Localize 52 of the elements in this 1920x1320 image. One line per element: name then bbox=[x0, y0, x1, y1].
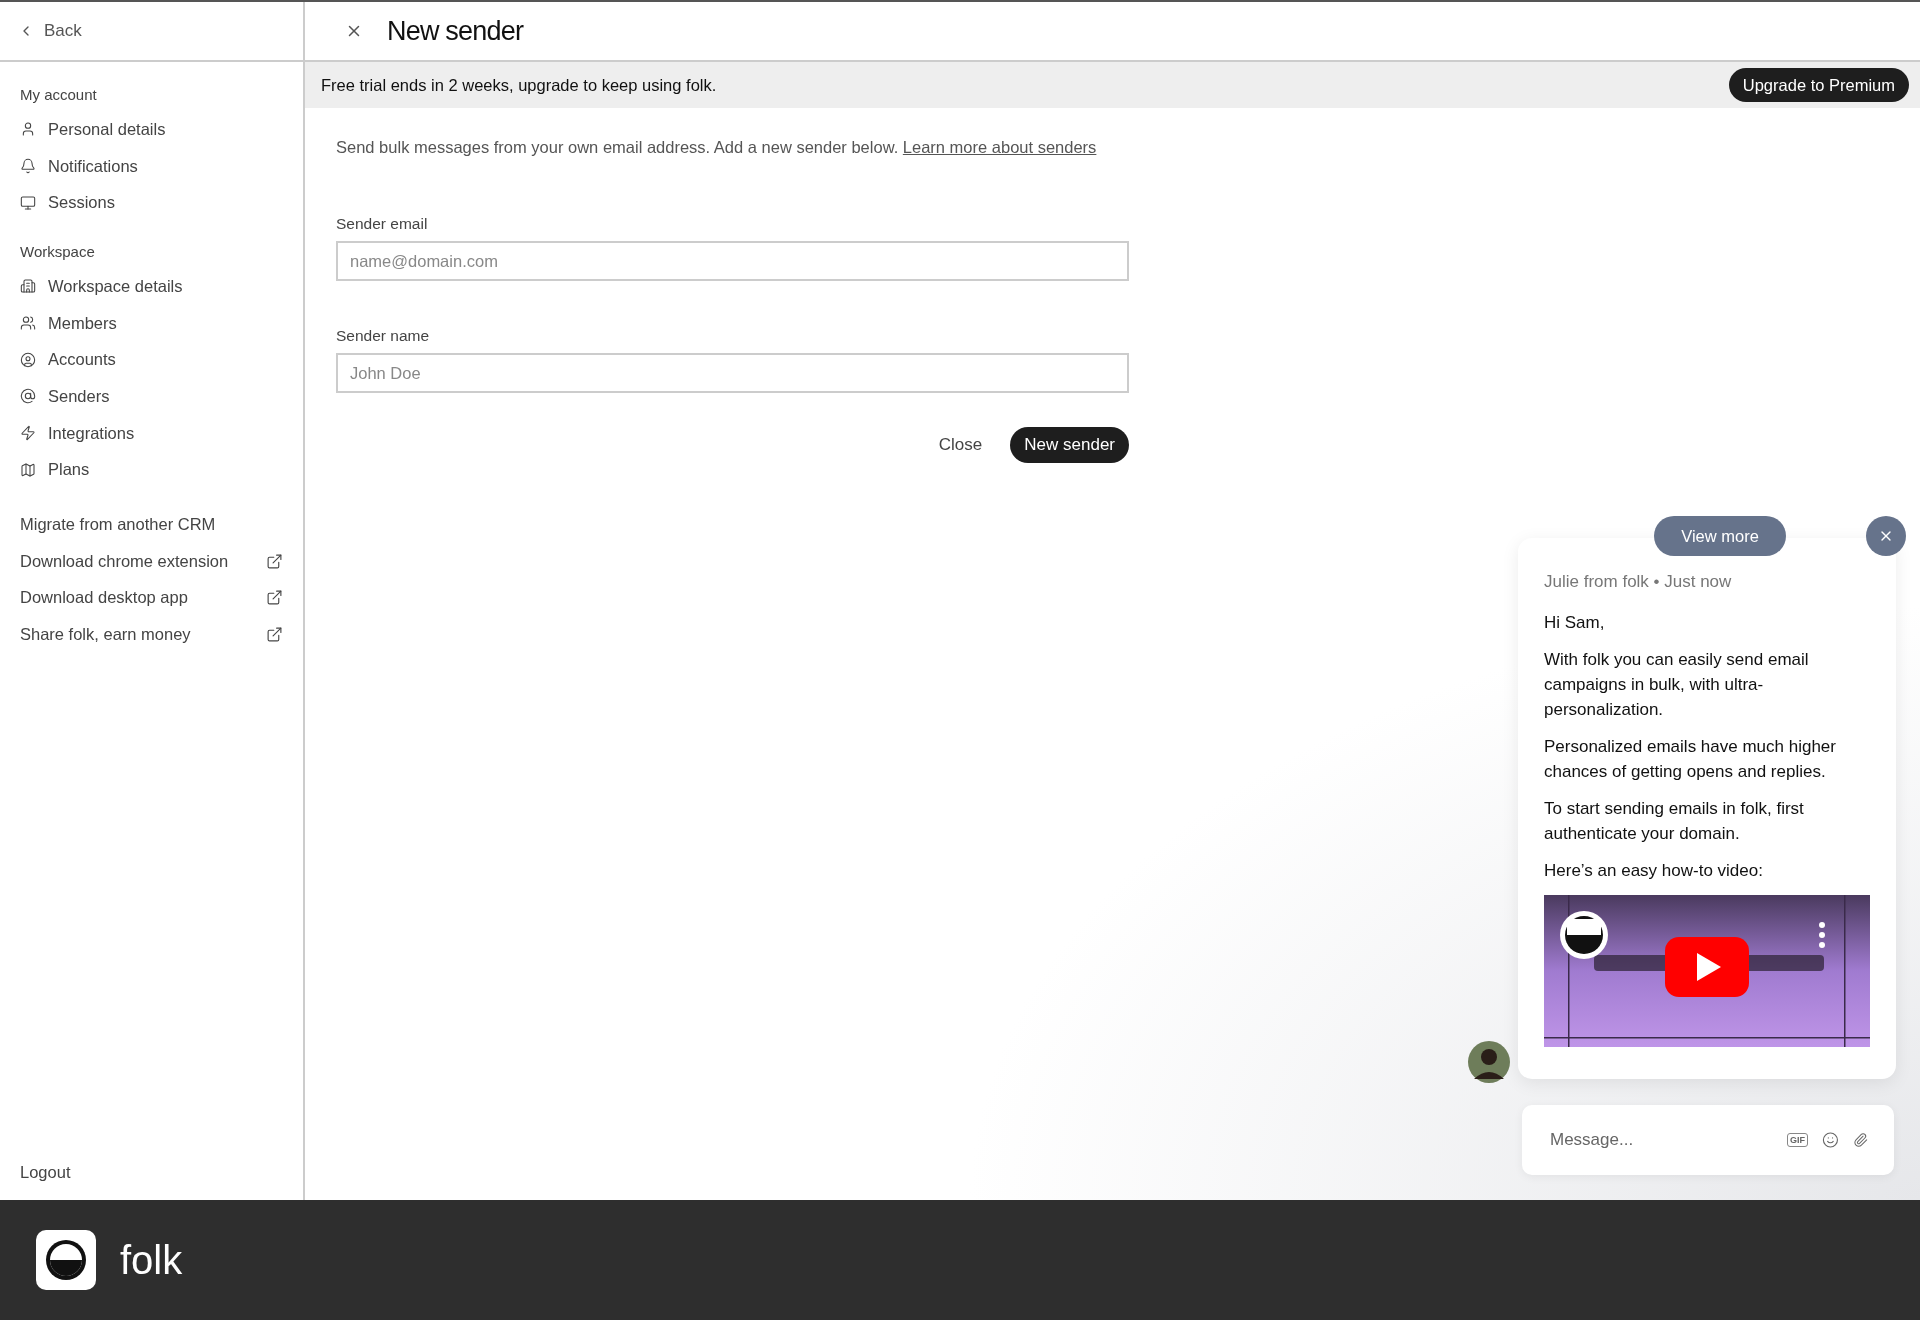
paperclip-icon[interactable] bbox=[1852, 1131, 1868, 1149]
message-text: Personalized emails have much higher chances of getting opens and replies. bbox=[1544, 736, 1837, 783]
sidebar-item[interactable]: Workspace details bbox=[20, 268, 303, 305]
logout-link[interactable]: Logout bbox=[20, 1163, 303, 1182]
avatar-icon bbox=[1468, 1041, 1510, 1083]
section-heading: Workspace bbox=[20, 243, 96, 261]
gif-icon[interactable]: GIF bbox=[1787, 1133, 1808, 1147]
message-text: To start sending emails in folk, first authenticate your domain. bbox=[1544, 798, 1805, 845]
back-link[interactable]: Back bbox=[18, 21, 82, 41]
new-sender-button[interactable]: New sender bbox=[1010, 427, 1129, 463]
close-button[interactable]: Close bbox=[932, 434, 989, 456]
message-text: With folk you can easily send email campaigns in bulk, with ultra-personalization. bbox=[1544, 649, 1810, 721]
smiley-icon[interactable] bbox=[1822, 1130, 1839, 1150]
sidebar-item[interactable]: Members bbox=[20, 304, 303, 342]
sidebar-link[interactable]: Download chrome extension bbox=[20, 542, 303, 580]
close-button[interactable] bbox=[1866, 516, 1906, 556]
input-field[interactable]: John Doe bbox=[336, 353, 1129, 393]
message-meta: Julie from folk • Just now bbox=[1544, 572, 1733, 592]
app-logo-icon bbox=[36, 1230, 96, 1290]
sidebar-item[interactable]: Notifications bbox=[20, 147, 303, 185]
sidebar-item[interactable]: Sessions bbox=[20, 184, 303, 222]
bell-icon bbox=[20, 158, 36, 175]
message-text: Here’s an easy how-to video: bbox=[1544, 860, 1764, 882]
building-icon bbox=[20, 278, 36, 295]
upgrade-button[interactable]: Upgrade to Premium bbox=[1728, 68, 1909, 102]
input-field[interactable]: name@domain.com bbox=[336, 241, 1129, 281]
person-circle-icon bbox=[20, 351, 36, 368]
monitor-icon bbox=[20, 194, 36, 211]
page-title: New sender bbox=[387, 15, 524, 47]
person-icon bbox=[20, 121, 36, 138]
sidebar-item[interactable]: Personal details bbox=[20, 111, 303, 148]
at-sign-icon bbox=[20, 388, 36, 405]
sidebar-item[interactable]: Accounts bbox=[20, 341, 303, 379]
sidebar-item[interactable]: Senders bbox=[20, 378, 303, 415]
intro-text: Send bulk messages from your own email address. Add a new sender below. Learn more about senders bbox=[336, 137, 1098, 158]
sidebar-link[interactable]: Migrate from another CRM bbox=[20, 506, 303, 543]
field-label: Sender email bbox=[336, 215, 429, 233]
learn-more-link[interactable]: Learn more about senders bbox=[902, 138, 1097, 156]
map-icon bbox=[20, 461, 36, 478]
sidebar-link[interactable]: Download desktop app bbox=[20, 579, 303, 617]
app-name: folk bbox=[120, 1237, 183, 1283]
field-label: Sender name bbox=[336, 327, 431, 345]
section-heading: My account bbox=[20, 86, 98, 103]
sidebar-link[interactable]: Share folk, earn money bbox=[20, 616, 303, 653]
message-text: Hi Sam, bbox=[1544, 612, 1606, 634]
sidebar-item[interactable]: Integrations bbox=[20, 414, 303, 452]
banner-text: Free trial ends in 2 weeks, upgrade to keep using folk. bbox=[321, 75, 717, 95]
view-more-button[interactable]: View more bbox=[1654, 516, 1786, 556]
sidebar-item[interactable]: Plans bbox=[20, 451, 303, 489]
message-field[interactable]: Message... GIF bbox=[1522, 1105, 1894, 1175]
lightning-icon bbox=[20, 425, 36, 442]
people-icon bbox=[20, 315, 36, 332]
